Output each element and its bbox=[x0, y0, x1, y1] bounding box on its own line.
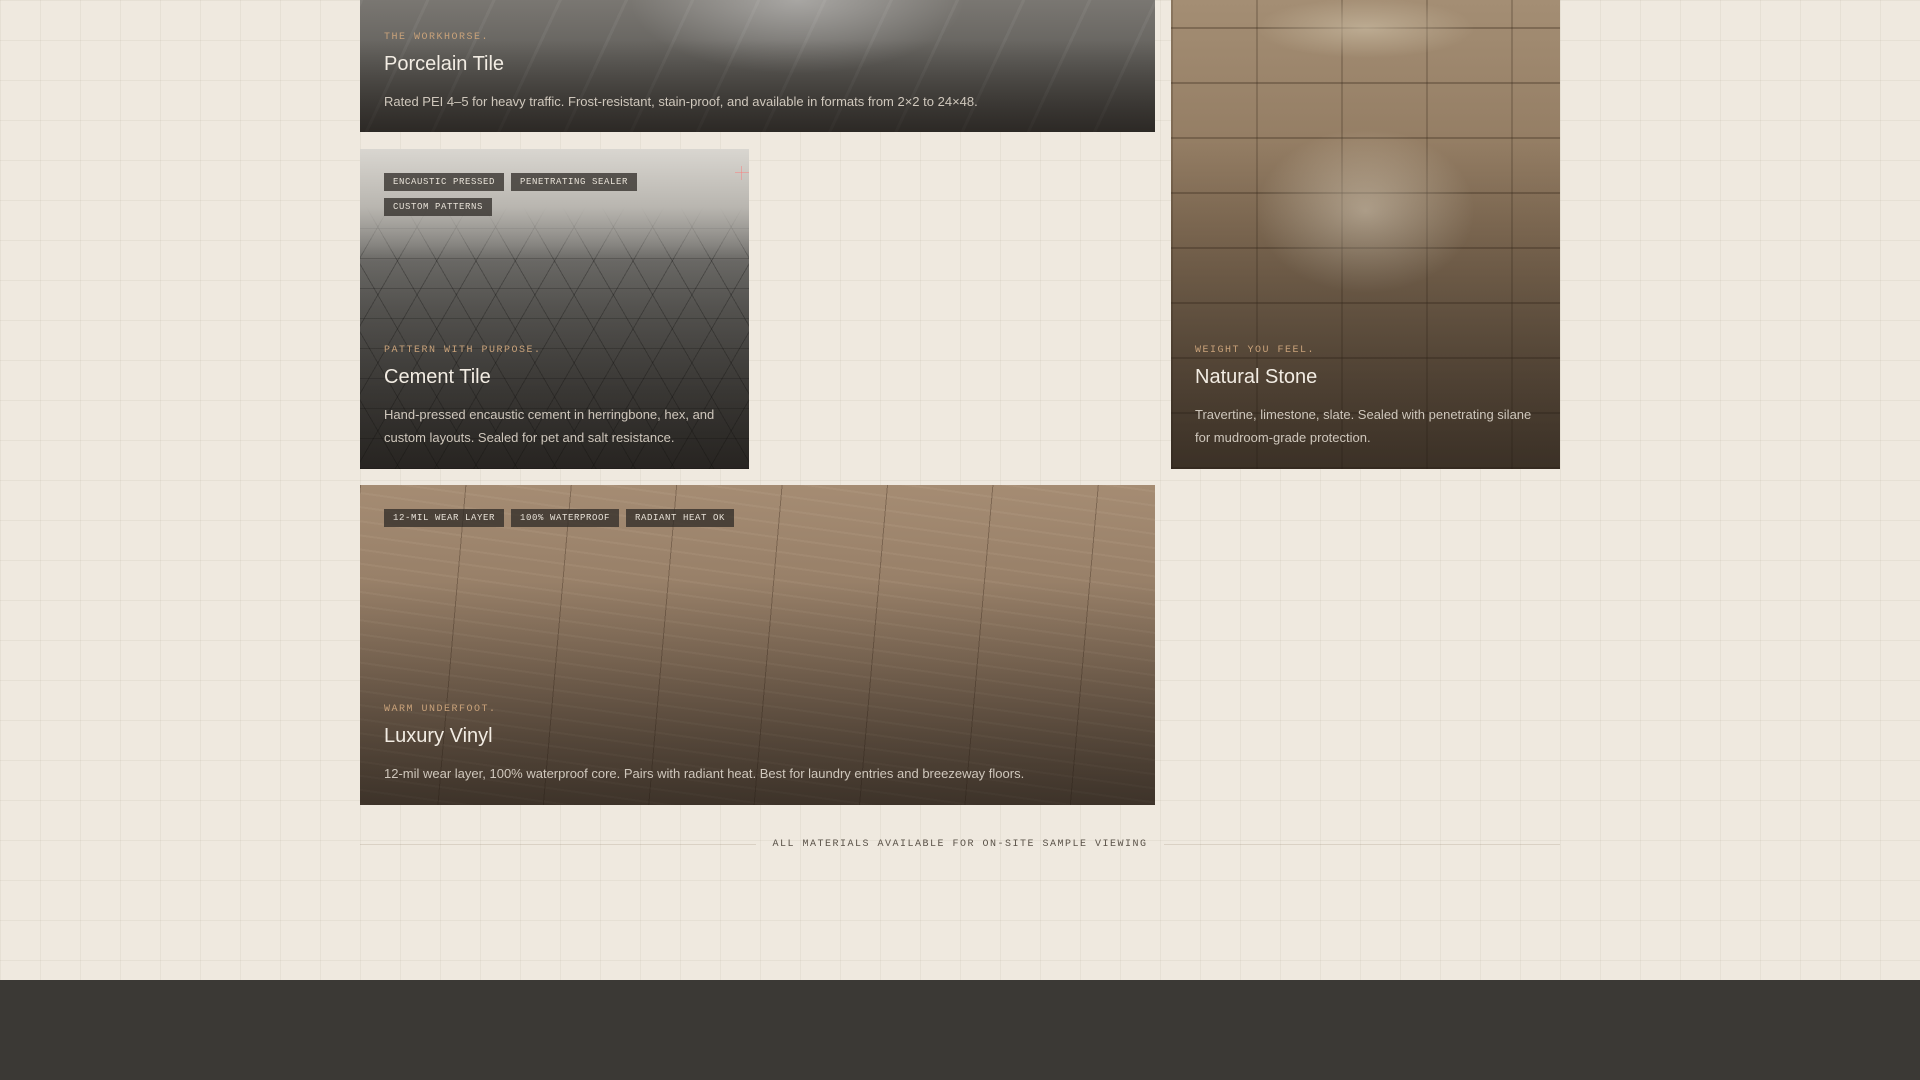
material-card-natural-stone[interactable]: Weight you feel. Natural Stone Travertin… bbox=[1171, 0, 1560, 469]
divider bbox=[1163, 843, 1560, 845]
card-title: Luxury Vinyl bbox=[384, 725, 493, 747]
card-kicker: Warm underfoot. bbox=[384, 704, 497, 715]
tag-chip: Radiant heat OK bbox=[626, 509, 735, 527]
card-title: Porcelain Tile bbox=[384, 53, 505, 75]
card-description: 12-mil wear layer, 100% waterproof core.… bbox=[384, 766, 1025, 781]
tag-chip: 100% waterproof bbox=[511, 509, 620, 527]
card-description: Rated PEI 4–5 for heavy traffic. Frost-r… bbox=[384, 94, 978, 109]
tag-list: Encaustic pressed Penetrating sealer Cus… bbox=[384, 173, 639, 216]
card-title: Cement Tile bbox=[384, 366, 491, 388]
card-content: Warm underfoot. Luxury Vinyl 12-mil wear… bbox=[384, 704, 1131, 785]
material-card-luxury-vinyl[interactable]: 12-mil wear layer 100% waterproof Radian… bbox=[360, 485, 1155, 805]
tag-chip: Custom patterns bbox=[384, 198, 493, 216]
tag-list: 12-mil wear layer 100% waterproof Radian… bbox=[384, 509, 735, 527]
card-title: Natural Stone bbox=[1195, 366, 1318, 388]
card-kicker: The workhorse. bbox=[384, 32, 490, 43]
footer bbox=[0, 980, 1920, 1080]
card-kicker: Pattern with purpose. bbox=[384, 345, 542, 356]
card-description: Travertine, limestone, slate. Sealed wit… bbox=[1195, 407, 1532, 445]
tag-chip: 12-mil wear layer bbox=[384, 509, 505, 527]
material-card-porcelain[interactable]: The workhorse. Porcelain Tile Rated PEI … bbox=[360, 0, 1155, 132]
card-content: Pattern with purpose. Cement Tile Hand-p… bbox=[384, 345, 725, 449]
footnote-text: All materials available for on-site samp… bbox=[772, 838, 1148, 850]
card-content: The workhorse. Porcelain Tile Rated PEI … bbox=[384, 32, 1131, 113]
tag-chip: Penetrating sealer bbox=[511, 173, 638, 191]
card-description: Hand-pressed encaustic cement in herring… bbox=[384, 407, 715, 445]
card-kicker: Weight you feel. bbox=[1195, 345, 1316, 356]
sample-viewing-footnote: All materials available for on-site samp… bbox=[360, 837, 1560, 851]
material-card-cement[interactable]: Encaustic pressed Penetrating sealer Cus… bbox=[360, 149, 749, 469]
tag-chip: Encaustic pressed bbox=[384, 173, 505, 191]
card-content: Weight you feel. Natural Stone Travertin… bbox=[1195, 345, 1536, 449]
divider bbox=[360, 843, 757, 845]
plus-icon bbox=[735, 166, 749, 180]
